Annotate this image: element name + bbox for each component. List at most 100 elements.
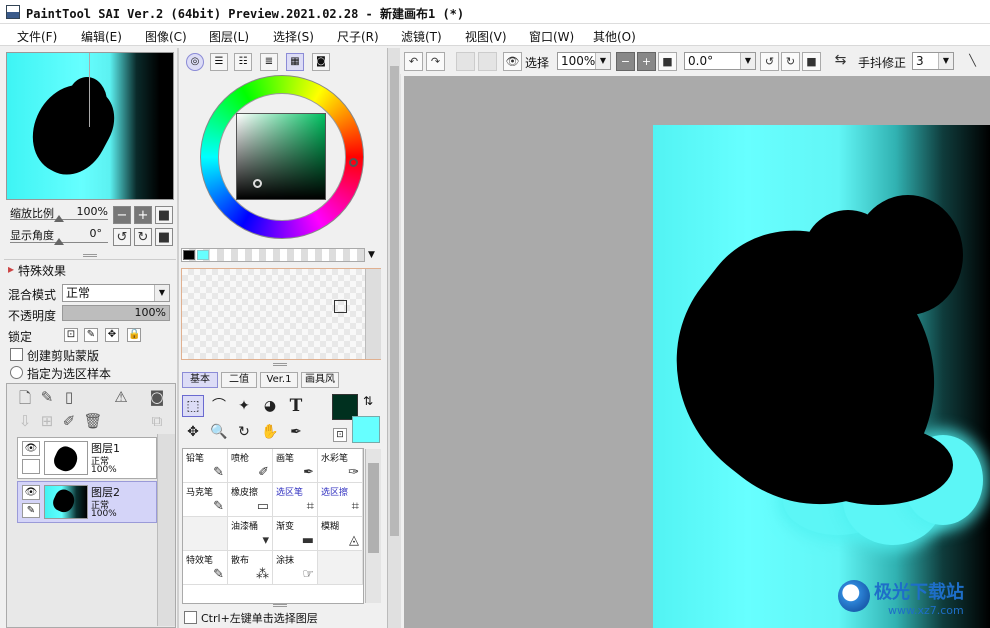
rotate-right-button[interactable]: ↻ bbox=[134, 228, 152, 246]
mixer-tab[interactable]: ≣ bbox=[260, 53, 278, 71]
lock-paint-icon[interactable]: ✎ bbox=[84, 328, 98, 342]
panel-splitter-handle[interactable] bbox=[273, 604, 287, 607]
background-color[interactable] bbox=[352, 416, 380, 443]
lasso-tool-icon[interactable]: ⌒ bbox=[208, 395, 230, 417]
brush-cell[interactable]: 铅笔 ✎ bbox=[183, 449, 228, 483]
brush-cell[interactable]: 散布 ⁂ bbox=[228, 551, 273, 585]
brush-cell[interactable]: 选区擦 ⌗ bbox=[318, 483, 363, 517]
scroll-thumb[interactable] bbox=[368, 463, 379, 553]
swatch-tab[interactable]: ▦ bbox=[286, 53, 304, 71]
canvas-rotation-select[interactable]: 0.0° ▼ bbox=[684, 52, 756, 70]
brush-cell[interactable]: 马克笔 ✎ bbox=[183, 483, 228, 517]
zoom-tool-icon[interactable]: 🔍 bbox=[208, 421, 230, 443]
layer-effect-icon[interactable]: ⚠ bbox=[111, 388, 131, 406]
magic-wand-tool-icon[interactable]: ✦ bbox=[233, 395, 255, 417]
ctrl-click-layer-checkbox[interactable] bbox=[184, 611, 197, 624]
brush-cell[interactable]: 水彩笔 ✑ bbox=[318, 449, 363, 483]
brush-cell[interactable]: 模糊 ◬ bbox=[318, 517, 363, 551]
scroll-thumb[interactable] bbox=[390, 66, 399, 536]
angle-slider-thumb[interactable] bbox=[54, 238, 64, 245]
hsv-slider-tab[interactable]: ☷ bbox=[234, 53, 252, 71]
layer-mask-icon[interactable]: ◙ bbox=[147, 388, 167, 406]
brush-cell[interactable]: 特效笔 ✎ bbox=[183, 551, 228, 585]
canvas-zoom-out-button[interactable]: − bbox=[616, 52, 635, 71]
zoom-out-button[interactable]: − bbox=[113, 206, 131, 224]
layer-scrollbar[interactable] bbox=[157, 434, 175, 626]
eyedropper-tool-icon[interactable]: ✒ bbox=[285, 421, 307, 443]
rgb-slider-tab[interactable]: ☰ bbox=[210, 53, 228, 71]
collapse-arrow-icon[interactable]: ▸ bbox=[8, 262, 14, 276]
panel-splitter-handle[interactable] bbox=[83, 254, 97, 257]
menu-view[interactable]: 视图(V) bbox=[465, 28, 507, 45]
menu-window[interactable]: 窗口(W) bbox=[529, 28, 574, 45]
zoom-slider-thumb[interactable] bbox=[54, 215, 64, 222]
brush-edit-icon[interactable]: ✎ bbox=[22, 503, 40, 518]
brush-cell[interactable]: 画笔 ✒ bbox=[273, 449, 318, 483]
menu-select[interactable]: 选择(S) bbox=[273, 28, 314, 45]
delete-layer-icon[interactable]: 🗑 bbox=[83, 412, 103, 430]
clipping-mask-checkbox[interactable] bbox=[10, 348, 23, 361]
brush-cell[interactable] bbox=[183, 517, 228, 551]
saturation-value-box[interactable] bbox=[236, 113, 326, 200]
brush-cell[interactable]: 油漆桶 ▾ bbox=[228, 517, 273, 551]
panel-splitter-handle[interactable] bbox=[273, 363, 287, 366]
shape-tool-icon[interactable]: ◕ bbox=[259, 395, 281, 417]
move-tool-icon[interactable]: ✥ bbox=[182, 421, 204, 443]
stabilizer-select[interactable]: 3 ▼ bbox=[912, 52, 954, 70]
sv-picker-handle[interactable] bbox=[253, 179, 262, 188]
lock-move-icon[interactable]: ✥ bbox=[105, 328, 119, 342]
swatch-menu-arrow-icon[interactable]: ▼ bbox=[368, 250, 375, 260]
color-wheel-tab[interactable]: ◎ bbox=[186, 53, 204, 71]
deselect-icon[interactable] bbox=[456, 52, 475, 71]
special-effects-header[interactable]: 特殊效果 bbox=[18, 262, 66, 279]
menu-image[interactable]: 图像(C) bbox=[145, 28, 187, 45]
canvas-zoom-in-button[interactable]: + bbox=[637, 52, 656, 71]
brush-cell[interactable]: 涂抹 ☞ bbox=[273, 551, 318, 585]
menu-filter[interactable]: 滤镜(T) bbox=[401, 28, 442, 45]
flip-horizontal-icon[interactable]: ⇆ bbox=[831, 52, 850, 71]
zoom-in-button[interactable]: + bbox=[134, 206, 152, 224]
tool-panel-scrollbar[interactable] bbox=[387, 48, 401, 628]
menu-edit[interactable]: 编辑(E) bbox=[81, 28, 122, 45]
selection-source-radio[interactable] bbox=[10, 366, 23, 379]
rotate-left-button[interactable]: ↺ bbox=[113, 228, 131, 246]
menu-other[interactable]: 其他(O) bbox=[593, 28, 636, 45]
swatch[interactable] bbox=[183, 250, 195, 260]
brush-scrollbar[interactable] bbox=[365, 449, 381, 603]
tool-tab-basic[interactable]: 基本 bbox=[182, 372, 218, 388]
menu-layer[interactable]: 图层(L) bbox=[209, 28, 249, 45]
invert-selection-icon[interactable] bbox=[478, 52, 497, 71]
hue-picker-handle[interactable] bbox=[349, 158, 358, 167]
redo-icon[interactable]: ↷ bbox=[426, 52, 445, 71]
canvas-zoom-select[interactable]: 100% ▼ bbox=[557, 52, 611, 70]
hand-tool-icon[interactable]: ✋ bbox=[259, 421, 281, 443]
brush-cell[interactable]: 选区笔 ⌗ bbox=[273, 483, 318, 517]
add-layer-icon[interactable]: ⊞ bbox=[37, 412, 57, 430]
opacity-slider[interactable]: 100% bbox=[62, 305, 170, 321]
layer-option-icon[interactable] bbox=[22, 459, 40, 474]
tool-tab-ver1[interactable]: Ver.1 bbox=[260, 372, 298, 388]
scratchpad-tab[interactable]: ◙ bbox=[312, 53, 330, 71]
brush-cell[interactable] bbox=[318, 551, 363, 585]
tool-tab-binary[interactable]: 二值 bbox=[221, 372, 257, 388]
canvas-document[interactable] bbox=[653, 125, 990, 628]
scratch-pad[interactable] bbox=[181, 268, 381, 360]
swatch[interactable] bbox=[197, 250, 209, 260]
scratch-scrollbar[interactable] bbox=[365, 269, 381, 359]
new-layer-icon[interactable]: 🗋 bbox=[15, 388, 35, 413]
brush-cell[interactable]: 渐变 ▬ bbox=[273, 517, 318, 551]
tool-tab-brush-style[interactable]: 画具风 bbox=[301, 372, 339, 388]
canvas-rotate-left-button[interactable]: ↺ bbox=[760, 52, 779, 71]
show-selection-eye-icon[interactable]: 👁 bbox=[503, 52, 522, 71]
clear-layer-icon[interactable]: ✐ bbox=[59, 412, 79, 430]
new-folder-icon[interactable]: ▯ bbox=[59, 388, 79, 406]
swap-colors-icon[interactable]: ⇅ bbox=[363, 394, 373, 408]
visibility-eye-icon[interactable]: 👁 bbox=[22, 485, 40, 500]
line-tool-icon[interactable]: ╲ bbox=[963, 52, 982, 71]
menu-file[interactable]: 文件(F) bbox=[17, 28, 57, 45]
lock-all-icon[interactable]: 🔒 bbox=[127, 328, 141, 342]
visibility-eye-icon[interactable]: 👁 bbox=[22, 441, 40, 456]
rotate-tool-icon[interactable]: ↻ bbox=[233, 421, 255, 443]
canvas-rotate-right-button[interactable]: ↻ bbox=[781, 52, 800, 71]
swatch-strip[interactable] bbox=[181, 248, 365, 262]
